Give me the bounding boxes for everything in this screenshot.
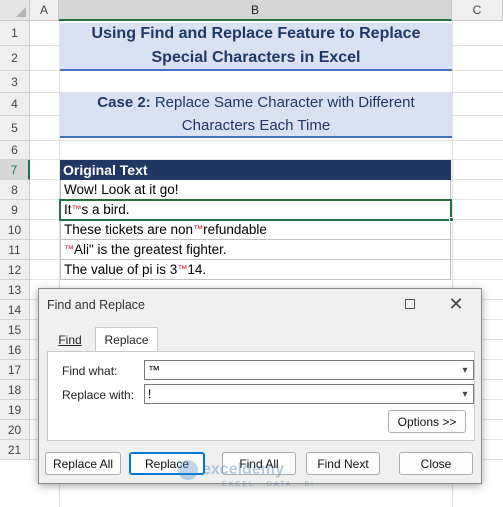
watermark-tagline: EXCEL · DATA · BI	[222, 481, 315, 488]
row-header-16[interactable]: 16	[0, 340, 30, 360]
row-header-10[interactable]: 10	[0, 220, 30, 240]
column-header-c[interactable]: C	[452, 0, 503, 21]
select-all-corner[interactable]	[0, 0, 30, 21]
row-header-18[interactable]: 18	[0, 380, 30, 400]
find-all-button[interactable]: Find All	[222, 452, 296, 475]
replace-panel: Find what: ™ ▾ Replace with: ! ▾ Options…	[47, 351, 475, 441]
row-header-12[interactable]: 12	[0, 260, 30, 280]
column-header-a[interactable]: A	[30, 0, 59, 21]
row-header-13[interactable]: 13	[0, 280, 30, 300]
chevron-down-icon[interactable]: ▾	[457, 385, 473, 403]
replace-all-button[interactable]: Replace All	[45, 452, 121, 475]
title-line-1: Using Find and Replace Feature to Replac…	[91, 25, 421, 42]
restore-icon[interactable]	[399, 294, 421, 314]
table-row[interactable]: These tickets are non ™ refundable	[60, 220, 451, 240]
cell-text: s a bird.	[81, 202, 130, 217]
row-header-6[interactable]: 6	[0, 141, 30, 160]
row-header-8[interactable]: 8	[0, 180, 30, 200]
cell-text: Ali" is the greatest fighter.	[74, 242, 227, 257]
options-button[interactable]: Options >>	[388, 410, 466, 433]
case-subtitle: Case 2: Replace Same Character with Diff…	[60, 92, 452, 138]
cell-text: refundable	[203, 222, 267, 237]
tm-symbol: ™	[64, 244, 74, 255]
cell-text: These tickets are non	[64, 222, 194, 237]
column-header-b[interactable]: B	[59, 0, 452, 21]
cell-text: Wow! Look at it go!	[64, 182, 179, 197]
restore-square	[405, 299, 415, 309]
tab-replace-label: Replace	[104, 333, 149, 347]
tab-replace[interactable]: Replace	[95, 327, 158, 352]
fill-handle[interactable]	[449, 217, 454, 222]
find-what-label: Find what:	[62, 364, 118, 378]
row-header-7[interactable]: 7	[0, 160, 30, 180]
table-row-selected[interactable]: It ™ s a bird.	[59, 199, 452, 221]
tm-symbol: ™	[71, 204, 82, 215]
find-what-input[interactable]: ™ ▾	[144, 360, 474, 380]
table-row[interactable]: The value of pi is 3 ™ 14.	[60, 260, 451, 280]
table-row[interactable]: Wow! Look at it go!	[60, 180, 451, 200]
title-line-2: Special Characters in Excel	[151, 49, 361, 66]
close-icon[interactable]: ✕	[445, 294, 467, 314]
find-next-button[interactable]: Find Next	[306, 452, 380, 475]
cell-text: 14.	[187, 262, 207, 277]
row-header-19[interactable]: 19	[0, 400, 30, 420]
replace-button[interactable]: Replace	[129, 452, 205, 475]
row-header-15[interactable]: 15	[0, 320, 30, 340]
case-line-2: Characters Each Time	[181, 117, 331, 134]
close-button[interactable]: Close	[399, 452, 473, 475]
replace-with-input[interactable]: ! ▾	[144, 384, 474, 404]
tab-find-label: Find	[58, 333, 82, 347]
row-header-5[interactable]: 5	[0, 116, 30, 141]
cell-text: It	[64, 202, 72, 217]
row-header-4[interactable]: 4	[0, 93, 30, 116]
row-header-21[interactable]: 21	[0, 440, 30, 460]
row-header-3[interactable]: 3	[0, 71, 30, 93]
dialog-title: Find and Replace	[47, 298, 145, 312]
tm-symbol: ™	[177, 264, 188, 275]
case-line-1-rest: Replace Same Character with Different	[150, 94, 415, 111]
find-replace-dialog: Find and Replace ✕ Find Replace Find wha…	[38, 288, 482, 484]
replace-with-label: Replace with:	[62, 388, 135, 402]
table-row[interactable]: ™ Ali" is the greatest fighter.	[60, 240, 451, 260]
row-header-1[interactable]: 1	[0, 21, 30, 46]
row-header-14[interactable]: 14	[0, 300, 30, 320]
replace-with-value: !	[148, 387, 152, 401]
chevron-down-icon[interactable]: ▾	[457, 361, 473, 379]
gridline	[30, 140, 503, 141]
row-header-9[interactable]: 9	[0, 200, 30, 220]
cell-text: The value of pi is 3	[64, 262, 178, 277]
row-header-11[interactable]: 11	[0, 240, 30, 260]
table-header[interactable]: Original Text	[60, 160, 451, 180]
row-header-20[interactable]: 20	[0, 420, 30, 440]
tm-symbol: ™	[193, 224, 204, 235]
case-prefix: Case 2:	[97, 94, 151, 111]
tab-find[interactable]: Find	[51, 329, 89, 351]
row-header-2[interactable]: 2	[0, 46, 30, 71]
sheet-title: Using Find and Replace Feature to Replac…	[60, 23, 452, 71]
case-line-1: Case 2: Replace Same Character with Diff…	[97, 91, 414, 114]
find-what-value: ™	[148, 363, 160, 377]
row-header-17[interactable]: 17	[0, 360, 30, 380]
